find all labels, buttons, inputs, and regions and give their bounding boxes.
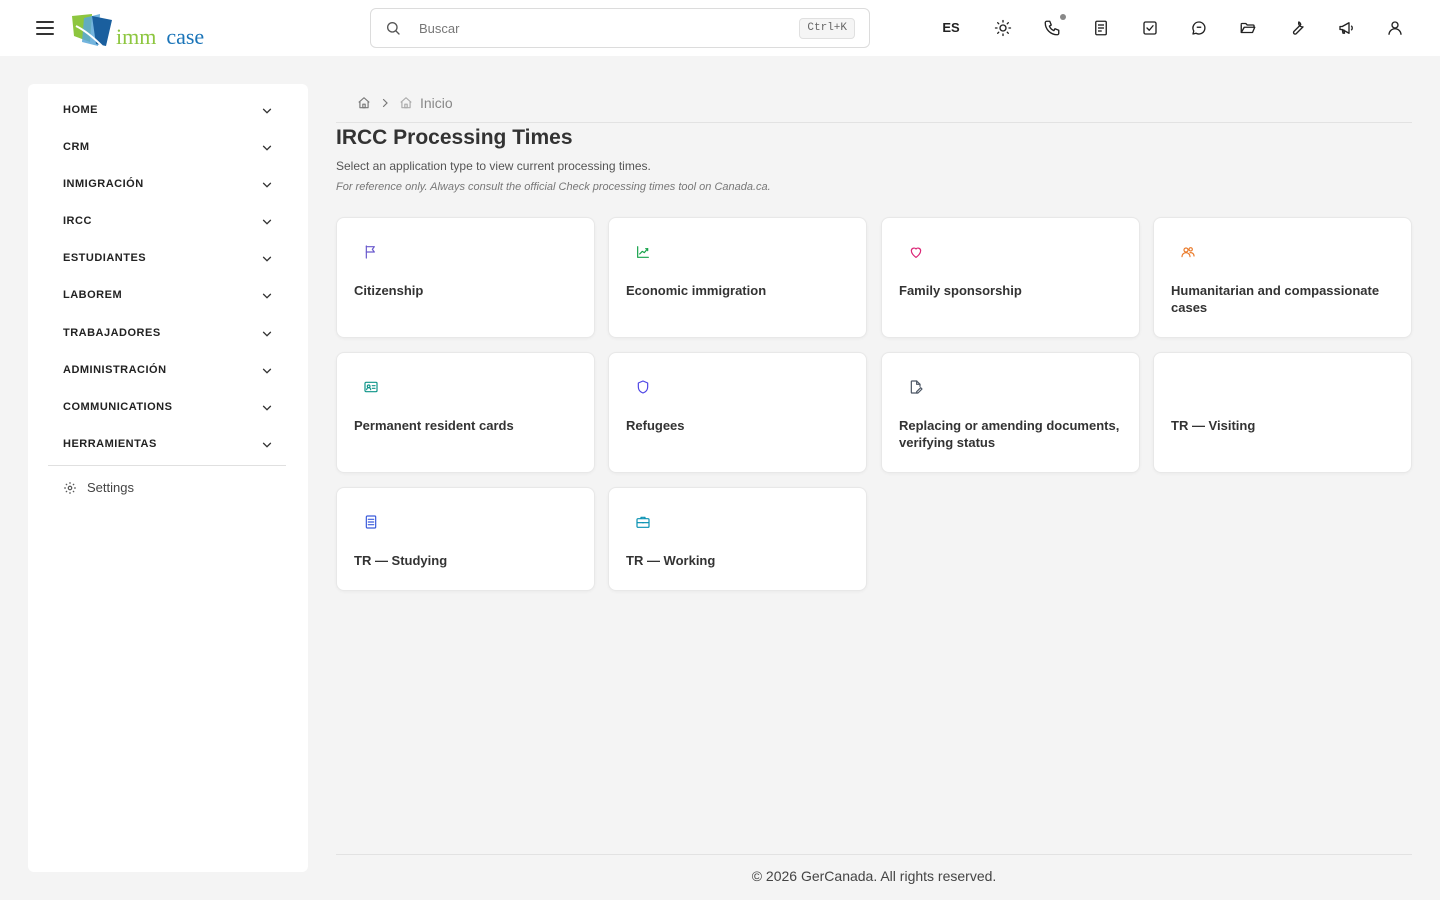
card-title: Replacing or amending documents, verifyi… bbox=[899, 418, 1120, 450]
card-title: Citizenship bbox=[354, 283, 424, 298]
card-tr-working[interactable]: TR — Working bbox=[608, 487, 867, 591]
card-title: TR — Working bbox=[626, 553, 716, 568]
notification-dot bbox=[1060, 14, 1066, 20]
chevron-down-icon bbox=[262, 219, 272, 225]
sidebar-item-label: COMMUNICATIONS bbox=[63, 401, 173, 413]
sidebar: HOME CRM INMIGRACIÓN IRCC ESTUDIANTES LA… bbox=[28, 84, 308, 872]
sidebar-item-label: HERRAMIENTAS bbox=[63, 438, 157, 450]
search-icon bbox=[387, 22, 400, 35]
card-family-sponsorship[interactable]: Family sponsorship bbox=[881, 217, 1140, 338]
footer-divider bbox=[336, 854, 1412, 855]
document-icon[interactable] bbox=[1091, 18, 1111, 38]
chevron-down-icon bbox=[262, 293, 272, 299]
sidebar-item-ircc[interactable]: IRCC bbox=[48, 207, 286, 237]
chevron-down-icon bbox=[262, 256, 272, 262]
sidebar-item-label: ESTUDIANTES bbox=[63, 252, 147, 264]
sidebar-item-herramientas[interactable]: HERRAMIENTAS bbox=[48, 430, 286, 460]
footer-copyright: © 2026 GerCanada. All rights reserved. bbox=[751, 868, 997, 884]
page-note: For reference only. Always consult the o… bbox=[336, 181, 771, 193]
megaphone-icon[interactable] bbox=[1336, 18, 1356, 38]
users-icon bbox=[1180, 244, 1196, 260]
breadcrumb: Inicio bbox=[357, 93, 453, 113]
sidebar-item-label: ADMINISTRACIÓN bbox=[63, 364, 167, 376]
chevron-down-icon bbox=[262, 442, 272, 448]
breadcrumb-current: Inicio bbox=[420, 95, 453, 111]
search-input[interactable] bbox=[419, 17, 799, 39]
card-title: Permanent resident cards bbox=[354, 418, 514, 433]
sidebar-item-laborem[interactable]: LABOREM bbox=[48, 281, 286, 311]
chat-icon[interactable] bbox=[1189, 18, 1209, 38]
briefcase-icon bbox=[635, 514, 651, 530]
id-card-icon bbox=[363, 379, 379, 395]
sidebar-item-settings[interactable]: Settings bbox=[48, 475, 286, 501]
hamburger-menu-icon[interactable] bbox=[36, 18, 56, 38]
sidebar-item-crm[interactable]: CRM bbox=[48, 133, 286, 163]
home-icon[interactable] bbox=[357, 96, 371, 110]
card-tr-visiting[interactable]: TR — Visiting bbox=[1153, 352, 1412, 473]
sidebar-item-label: LABOREM bbox=[63, 289, 123, 301]
phone-icon[interactable] bbox=[1042, 18, 1062, 38]
sidebar-item-communications[interactable]: COMMUNICATIONS bbox=[48, 393, 286, 423]
card-tr-studying[interactable]: TR — Studying bbox=[336, 487, 595, 591]
page-title: IRCC Processing Times bbox=[336, 126, 573, 149]
chevron-down-icon bbox=[262, 331, 272, 337]
home-icon bbox=[400, 97, 412, 109]
sun-icon[interactable] bbox=[993, 18, 1013, 38]
app-logo[interactable]: imm case bbox=[70, 10, 204, 48]
card-title: Humanitarian and compassionate cases bbox=[1171, 283, 1380, 315]
card-title: TR — Visiting bbox=[1171, 418, 1256, 433]
settings-label: Settings bbox=[87, 480, 134, 495]
card-title: Family sponsorship bbox=[899, 283, 1022, 298]
top-header: immcase Ctrl+K ES bbox=[0, 0, 1440, 56]
folder-open-icon[interactable] bbox=[1238, 18, 1258, 38]
card-economic-immigration[interactable]: Economic immigration bbox=[608, 217, 867, 338]
card-refugees[interactable]: Refugees bbox=[608, 352, 867, 473]
card-title: Refugees bbox=[626, 418, 685, 433]
flag-icon bbox=[363, 244, 379, 260]
card-replacing-documents[interactable]: Replacing or amending documents, verifyi… bbox=[881, 352, 1140, 473]
document-lines-icon bbox=[363, 514, 379, 530]
card-humanitarian[interactable]: Humanitarian and compassionate cases bbox=[1153, 217, 1412, 338]
sidebar-item-label: IRCC bbox=[63, 215, 92, 227]
chevron-down-icon bbox=[262, 368, 272, 374]
card-title: Economic immigration bbox=[626, 283, 767, 298]
sidebar-item-estudiantes[interactable]: ESTUDIANTES bbox=[48, 244, 286, 274]
user-icon[interactable] bbox=[1385, 18, 1405, 38]
sidebar-item-label: HOME bbox=[63, 104, 98, 116]
gear-icon bbox=[64, 482, 76, 494]
wrench-icon[interactable] bbox=[1287, 18, 1307, 38]
search-box[interactable]: Ctrl+K bbox=[370, 8, 870, 48]
sidebar-item-home[interactable]: HOME bbox=[48, 96, 286, 126]
trending-up-icon bbox=[635, 244, 651, 260]
logo-mark-icon bbox=[72, 14, 112, 47]
card-citizenship[interactable]: Citizenship bbox=[336, 217, 595, 338]
sidebar-item-label: TRABAJADORES bbox=[63, 327, 161, 339]
sidebar-item-label: CRM bbox=[63, 141, 90, 153]
search-shortcut-badge: Ctrl+K bbox=[799, 18, 855, 39]
chevron-down-icon bbox=[262, 182, 272, 188]
sidebar-item-administracion[interactable]: ADMINISTRACIÓN bbox=[48, 356, 286, 386]
heart-icon bbox=[908, 244, 924, 260]
checkbox-icon[interactable] bbox=[1140, 18, 1160, 38]
content-divider bbox=[336, 122, 1412, 123]
logo-text-imm: imm bbox=[116, 24, 157, 49]
sidebar-item-trabajadores[interactable]: TRABAJADORES bbox=[48, 319, 286, 349]
document-edit-icon bbox=[908, 379, 924, 395]
shield-icon bbox=[635, 379, 651, 395]
language-toggle[interactable]: ES bbox=[936, 18, 966, 38]
chevron-down-icon bbox=[262, 405, 272, 411]
card-title: TR — Studying bbox=[354, 553, 448, 568]
card-permanent-resident-cards[interactable]: Permanent resident cards bbox=[336, 352, 595, 473]
sidebar-item-inmigracion[interactable]: INMIGRACIÓN bbox=[48, 170, 286, 200]
page-subtitle: Select an application type to view curre… bbox=[336, 159, 651, 173]
chevron-down-icon bbox=[262, 108, 272, 114]
chevron-right-icon bbox=[382, 98, 388, 108]
chevron-down-icon bbox=[262, 145, 272, 151]
sidebar-item-label: INMIGRACIÓN bbox=[63, 178, 144, 190]
sidebar-divider bbox=[48, 465, 286, 466]
logo-text-case: case bbox=[166, 24, 205, 49]
